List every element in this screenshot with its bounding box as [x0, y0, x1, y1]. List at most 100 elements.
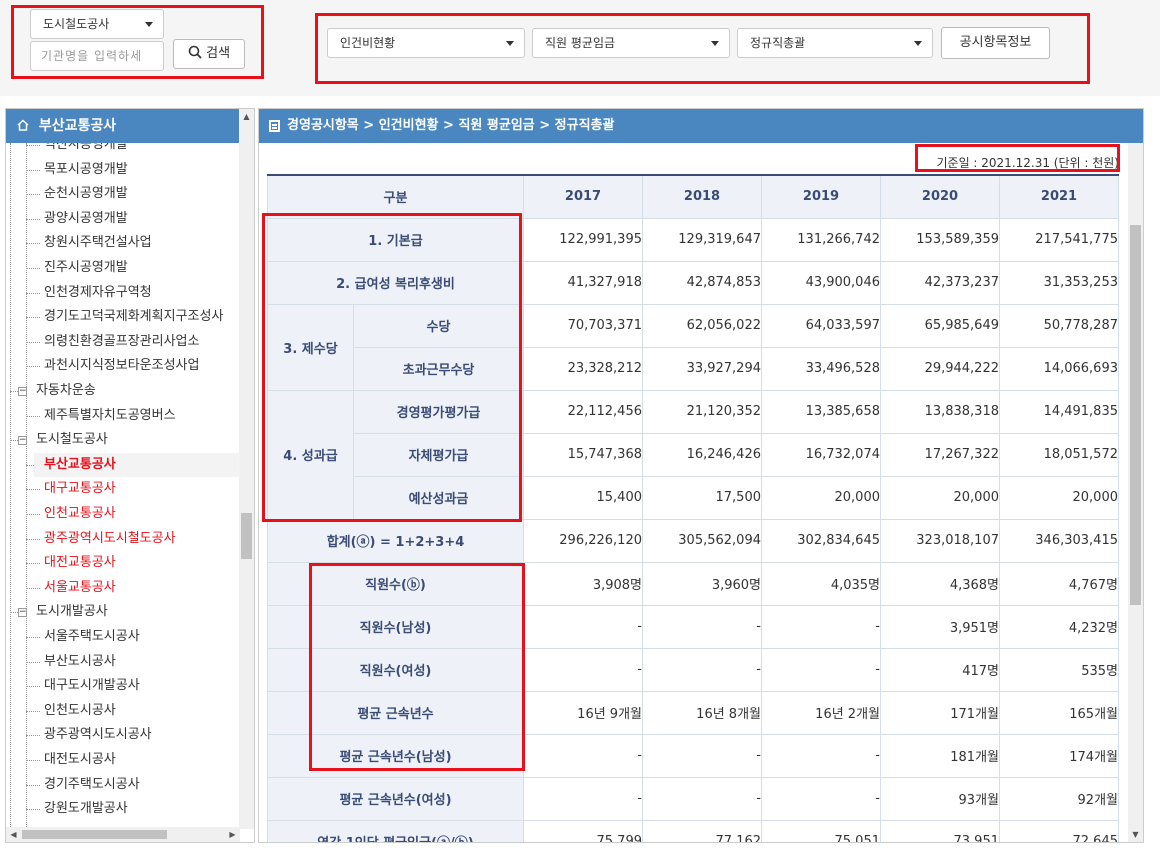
table-row: 연간 1인당 평균임금(ⓐ/ⓑ)75,79977,16275,05173,951…: [267, 819, 1119, 842]
table-cell: 29,944,222: [880, 346, 1000, 391]
tree-item[interactable]: 진주시공영개발: [44, 256, 128, 280]
table-cell: -: [642, 604, 762, 649]
table-cell: 14,066,693: [999, 346, 1119, 391]
row-sub-label: 경영평가평가급: [353, 389, 524, 434]
breadcrumb: 경영공시항목 > 인건비현황 > 직원 평균임금 > 정규직총괄: [287, 118, 615, 133]
tree-item[interactable]: 제주특별자치도공영버스: [44, 404, 176, 428]
sidebar-horizontal-scrollbar[interactable]: ◀ ▶: [6, 827, 240, 842]
table-cell: 20,000: [999, 475, 1119, 520]
sidebar-title: 부산교통공사: [38, 118, 117, 134]
table-cell: 65,985,649: [880, 303, 1000, 348]
scroll-right-icon[interactable]: ▶: [225, 827, 240, 842]
table-cell: 16,732,074: [761, 432, 881, 477]
tree-group[interactable]: 도시철도공사: [36, 428, 108, 452]
tree-item[interactable]: 서울교통공사: [44, 576, 116, 600]
disclosure-info-button[interactable]: 공시항목정보: [941, 27, 1050, 59]
tree-item[interactable]: 목포시공영개발: [44, 158, 128, 182]
table-cell: 13,838,318: [880, 389, 1000, 434]
filter-select-sub[interactable]: 정규직총괄: [737, 28, 933, 58]
search-button[interactable]: 검색: [173, 39, 245, 69]
table-cell: -: [761, 733, 881, 778]
table-cell: 3,960명: [642, 561, 762, 606]
tree-connector: [26, 366, 40, 368]
filter-select-item[interactable]: 직원 평균임금: [532, 28, 730, 58]
tree-item[interactable]: 인천경제자유구역청: [44, 281, 152, 305]
panel-scroll-thumb[interactable]: [1130, 225, 1141, 605]
scroll-left-icon[interactable]: ◀: [6, 827, 21, 842]
header-year: 2018: [642, 174, 762, 219]
tree-connector: [26, 538, 40, 540]
tree-item[interactable]: 광주광역시도시공사: [44, 723, 152, 747]
table-cell: 122,991,395: [523, 217, 643, 262]
top-filter-bar: 도시철도공사 기관명을 입력하세 검색 인건비현황 직원 평균임금 정규직총괄 …: [0, 0, 1160, 96]
org-tree-sidebar: 부산교통공사 익산시공영개발 목포시공영개발 순천시공영개발 광양시공영개발 창원시주택…: [5, 108, 255, 843]
tree-item[interactable]: 대구교통공사: [44, 477, 116, 501]
panel-vertical-scrollbar[interactable]: ▼: [1128, 143, 1143, 842]
scroll-up-icon[interactable]: ▲: [239, 109, 254, 124]
sidebar-scroll-thumb[interactable]: [241, 513, 252, 559]
tree-group[interactable]: 도시개발공사: [36, 600, 108, 624]
sidebar-hscroll-thumb[interactable]: [22, 830, 167, 839]
row-sub-label: 수당: [353, 303, 524, 348]
table-row: 평균 근속년수 16년 9개월 16년 8개월 16년 2개월 171개월 165개월: [267, 690, 1119, 735]
tree-item[interactable]: 인천도시공사: [44, 699, 116, 723]
header-year: 2020: [880, 174, 1000, 219]
tree-item[interactable]: 익산시공영개발: [44, 143, 128, 157]
header-category: 구분: [267, 174, 524, 219]
table-cell: 92개월: [999, 776, 1119, 821]
table-cell: 165개월: [999, 690, 1119, 735]
tree-item[interactable]: 경기주택도시공사: [44, 773, 140, 797]
table-cell: -: [523, 733, 643, 778]
document-icon: [269, 120, 280, 132]
tree-item[interactable]: 광주광역시도시철도공사: [44, 527, 176, 551]
tree-item[interactable]: 부산도시공사: [44, 650, 116, 674]
table-cell: 346,303,415: [999, 518, 1119, 563]
tree-item[interactable]: 서울주택도시공사: [44, 625, 140, 649]
table-cell: 153,589,359: [880, 217, 1000, 262]
table-cell: 131,266,742: [761, 217, 881, 262]
tree-item[interactable]: 경기도고덕국제화계획지구조성사: [44, 305, 223, 329]
tree-connector: [26, 735, 40, 737]
table-cell: 16년 8개월: [642, 690, 762, 735]
row-group-label: 4. 성과급: [267, 389, 354, 520]
header-year: 2017: [523, 174, 643, 219]
table-cell: 21,120,352: [642, 389, 762, 434]
header-year: 2021: [999, 174, 1119, 219]
table-cell: 4,035명: [761, 561, 881, 606]
tree-item[interactable]: 강원도개발공사: [44, 797, 128, 821]
table-cell: -: [761, 776, 881, 821]
tree-connector: [26, 415, 40, 417]
filter-select-category[interactable]: 인건비현황: [327, 28, 525, 58]
tree-item[interactable]: 순천시공영개발: [44, 182, 128, 206]
table-cell: 14,491,835: [999, 389, 1119, 434]
tree-item[interactable]: 인천교통공사: [44, 502, 116, 526]
row-sub-label: 자체평가급: [353, 432, 524, 477]
table-cell: 20,000: [761, 475, 881, 520]
table-cell: 296,226,120: [523, 518, 643, 563]
tree-item[interactable]: 과천시지식정보타운조성사업: [44, 354, 199, 378]
table-cell: 64,033,597: [761, 303, 881, 348]
tree-item[interactable]: 광양시공영개발: [44, 207, 128, 231]
tree-item[interactable]: 대전교통공사: [44, 551, 116, 575]
tree-item[interactable]: 대구도시개발공사: [44, 674, 140, 698]
table-row: 3. 제수당 수당 70,703,371 62,056,022 64,033,597 65…: [267, 303, 1119, 391]
tree-item[interactable]: 창원시주택건설사업: [44, 231, 152, 255]
tree-connector: [26, 563, 40, 565]
category-select[interactable]: 도시철도공사: [30, 9, 164, 39]
tree-item[interactable]: 부산교통공사: [34, 452, 240, 477]
scroll-down-icon[interactable]: ▼: [1128, 827, 1143, 842]
table-cell: 42,373,237: [880, 260, 1000, 305]
row-label: 직원수(여성): [267, 647, 524, 692]
table-cell: 33,927,294: [642, 346, 762, 391]
tree-group[interactable]: 자동차운송: [36, 379, 96, 403]
sidebar-vertical-scrollbar[interactable]: ▲: [239, 109, 254, 829]
table-row: 합계(ⓐ) = 1+2+3+4 296,226,120 305,562,094 302…: [267, 518, 1119, 563]
tree-connector: [26, 169, 40, 171]
table-cell: 4,767명: [999, 561, 1119, 606]
tree-item[interactable]: 의령친환경골프장관리사업소: [44, 330, 199, 354]
tree-item[interactable]: 대전도시공사: [44, 748, 116, 772]
tree-connector: [26, 243, 40, 245]
table-cell: 20,000: [880, 475, 1000, 520]
org-search-input[interactable]: 기관명을 입력하세: [30, 41, 164, 71]
row-label: 평균 근속년수(여성): [267, 776, 524, 821]
